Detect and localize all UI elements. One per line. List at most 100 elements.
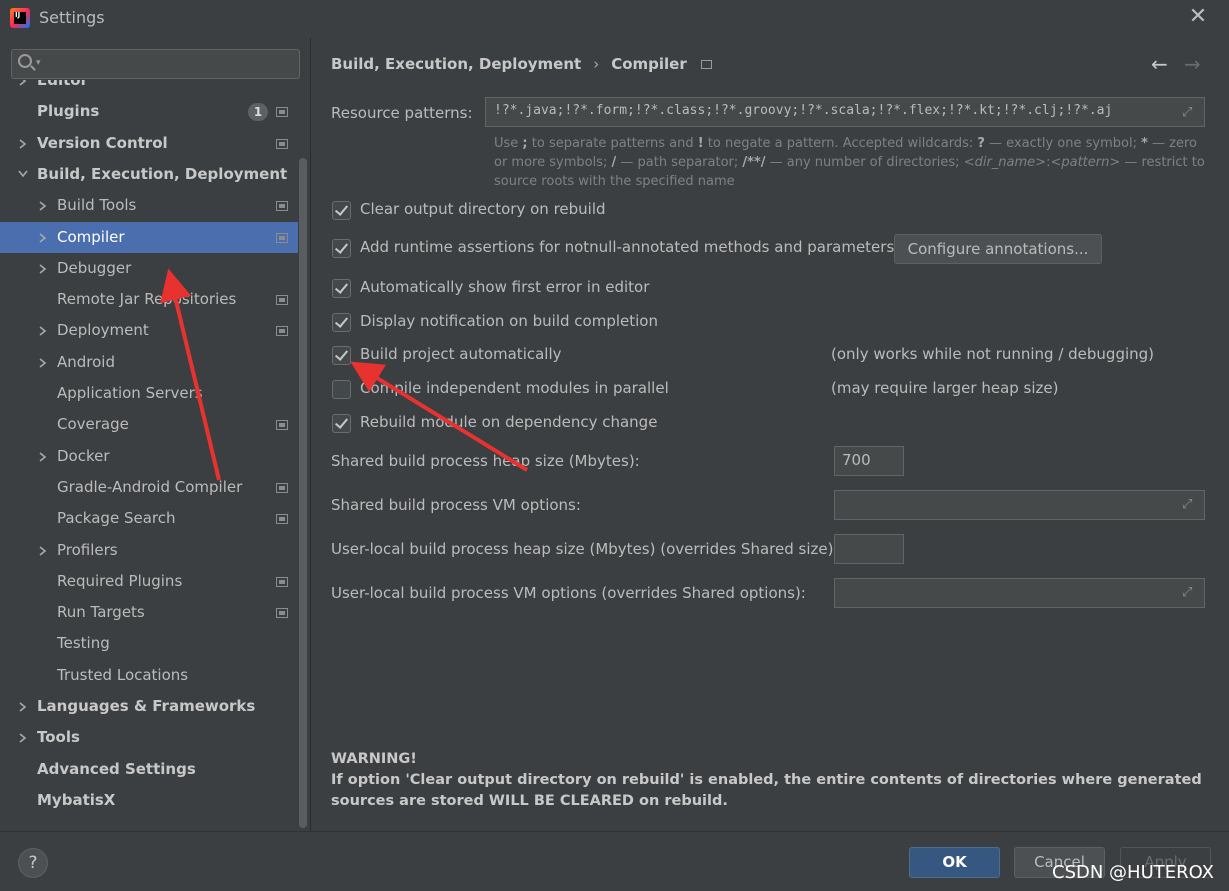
help-button[interactable]: ? [18, 848, 48, 878]
heap-size-input[interactable]: 700 [834, 446, 904, 476]
chevron-right-icon[interactable] [38, 190, 48, 221]
sidebar-item-label: Version Control [37, 133, 168, 152]
project-scope-icon [276, 420, 288, 431]
sidebar-item-label: Debugger [57, 258, 132, 277]
option-compile-independent-modules-in-parallel: Compile independent modules in parallel (… [332, 379, 1212, 401]
user-vm-options-label: User-local build process VM options (ove… [331, 584, 806, 602]
vm-options-input[interactable]: ⤢ [834, 490, 1205, 520]
chevron-right-icon[interactable] [38, 441, 48, 472]
breadcrumb-parent[interactable]: Build, Execution, Deployment [331, 55, 581, 73]
search-icon [18, 54, 32, 68]
user-heap-size-input[interactable] [834, 534, 904, 564]
sidebar-item-testing[interactable]: Testing [0, 628, 298, 659]
back-arrow-icon[interactable]: ← [1151, 52, 1168, 76]
sidebar-item-label: Deployment [57, 321, 149, 340]
chevron-right-icon[interactable] [38, 347, 48, 378]
close-icon[interactable]: ✕ [1187, 6, 1209, 28]
sidebar-item-advanced-settings[interactable]: Advanced Settings [0, 754, 298, 785]
option-add-runtime-assertions-for-notnull-annotated-methods-and-parameters: Add runtime assertions for notnull-annot… [332, 234, 1212, 264]
chevron-right-icon[interactable] [18, 722, 28, 753]
sidebar-item-plugins[interactable]: Plugins 1 [0, 96, 298, 127]
option-note: (only works while not running / debuggin… [831, 345, 1155, 363]
project-scope-icon [276, 138, 288, 149]
sidebar-item-remote-jar-repositories[interactable]: Remote Jar Repositories [0, 284, 298, 315]
sidebar-item-languages-frameworks[interactable]: Languages & Frameworks [0, 691, 298, 722]
sidebar-item-run-targets[interactable]: Run Targets [0, 597, 298, 628]
checkbox[interactable] [332, 279, 351, 298]
project-scope-icon [276, 295, 288, 306]
chevron-right-icon[interactable] [18, 691, 28, 722]
sidebar-item-label: Build Tools [57, 196, 137, 215]
checkbox[interactable] [332, 380, 351, 399]
checkbox-label[interactable]: Add runtime assertions for notnull-annot… [360, 238, 894, 256]
chevron-right-icon[interactable] [18, 80, 28, 96]
chevron-right-icon[interactable] [18, 128, 28, 159]
sidebar-item-compiler[interactable]: Compiler [0, 221, 298, 253]
project-scope-icon [276, 514, 288, 525]
chevron-right-icon[interactable] [38, 222, 48, 253]
checkbox[interactable] [332, 201, 351, 220]
configure-annotations-button[interactable]: Configure annotations... [894, 234, 1102, 264]
checkbox-label[interactable]: Compile independent modules in parallel [360, 379, 669, 397]
compiler-settings-panel: Build, Execution, Deployment › Compiler ← … [311, 38, 1229, 831]
sidebar-item-package-search[interactable]: Package Search [0, 503, 298, 534]
sidebar-item-tools[interactable]: Tools [0, 722, 298, 753]
sidebar-item-build-tools[interactable]: Build Tools [0, 190, 298, 221]
sidebar-item-coverage[interactable]: Coverage [0, 409, 298, 440]
sidebar-item-label: Compiler [57, 227, 125, 246]
sidebar-item-build-execution-deployment[interactable]: Build, Execution, Deployment [0, 159, 298, 190]
project-scope-icon [700, 60, 712, 69]
sidebar-item-android[interactable]: Android [0, 347, 298, 378]
sidebar-item-label: Profilers [57, 540, 118, 559]
user-vm-options-input[interactable]: ⤢ [834, 578, 1205, 608]
chevron-right-icon[interactable] [38, 315, 48, 346]
search-dropdown-icon[interactable]: ▾ [36, 58, 41, 68]
sidebar-item-application-servers[interactable]: Application Servers [0, 378, 298, 409]
csdn-watermark: CSDN @HUTEROX [1052, 862, 1214, 883]
settings-search[interactable]: ▾ [11, 49, 300, 79]
checkbox[interactable] [332, 313, 351, 332]
sidebar-item-editor[interactable]: Editor [0, 80, 298, 96]
sidebar-item-gradle-android-compiler[interactable]: Gradle-Android Compiler [0, 472, 298, 503]
project-scope-icon [276, 326, 288, 337]
sidebar-item-label: MybatisX [37, 790, 116, 809]
chevron-right-icon[interactable] [38, 535, 48, 566]
resource-patterns-label: Resource patterns: [331, 104, 473, 122]
option-build-project-automatically: Build project automatically (only works w… [332, 345, 1212, 367]
resource-patterns-field[interactable]: !?*.java;!?*.form;!?*.class;!?*.groovy;!… [485, 97, 1205, 127]
sidebar-item-docker[interactable]: Docker [0, 441, 298, 472]
sidebar-item-profilers[interactable]: Profilers [0, 535, 298, 566]
resource-patterns-hint: Use ; to separate patterns and ! to nega… [494, 136, 1205, 189]
checkbox-label[interactable]: Automatically show first error in editor [360, 278, 649, 296]
chevron-right-icon[interactable] [38, 253, 48, 284]
sidebar-item-trusted-locations[interactable]: Trusted Locations [0, 660, 298, 691]
sidebar-item-deployment[interactable]: Deployment [0, 315, 298, 346]
search-input[interactable] [50, 53, 290, 75]
expand-icon[interactable]: ⤢ [1182, 105, 1196, 120]
forward-arrow-icon[interactable]: → [1184, 52, 1201, 76]
checkbox[interactable] [332, 346, 351, 365]
settings-tree: Editor Plugins 1 Version Control Build, Exec… [0, 80, 298, 830]
option-note: (may require larger heap size) [831, 379, 1059, 397]
chevron-down-icon[interactable] [18, 159, 28, 190]
checkbox-label[interactable]: Clear output directory on rebuild [360, 200, 606, 218]
checkbox[interactable] [332, 414, 351, 433]
sidebar-item-version-control[interactable]: Version Control [0, 128, 298, 159]
vm-options-label: Shared build process VM options: [331, 496, 581, 514]
checkbox-label[interactable]: Display notification on build completion [360, 312, 658, 330]
project-scope-icon [276, 482, 288, 493]
warning-text: WARNING! If option 'Clear output directo… [331, 749, 1211, 812]
checkbox-label[interactable]: Build project automatically [360, 345, 562, 363]
sidebar-scrollbar[interactable] [299, 158, 307, 828]
sidebar-item-mybatisx[interactable]: MybatisX [0, 785, 298, 816]
ok-button[interactable]: OK [909, 847, 1000, 878]
expand-icon[interactable]: ⤢ [1182, 497, 1196, 512]
sidebar-item-label: Android [57, 352, 115, 371]
checkbox[interactable] [332, 239, 351, 258]
sidebar-item-debugger[interactable]: Debugger [0, 253, 298, 284]
sidebar-item-label: Languages & Frameworks [37, 697, 256, 715]
breadcrumb-current: Compiler [611, 55, 687, 73]
sidebar-item-required-plugins[interactable]: Required Plugins [0, 566, 298, 597]
checkbox-label[interactable]: Rebuild module on dependency change [360, 413, 657, 431]
expand-icon[interactable]: ⤢ [1182, 585, 1196, 600]
